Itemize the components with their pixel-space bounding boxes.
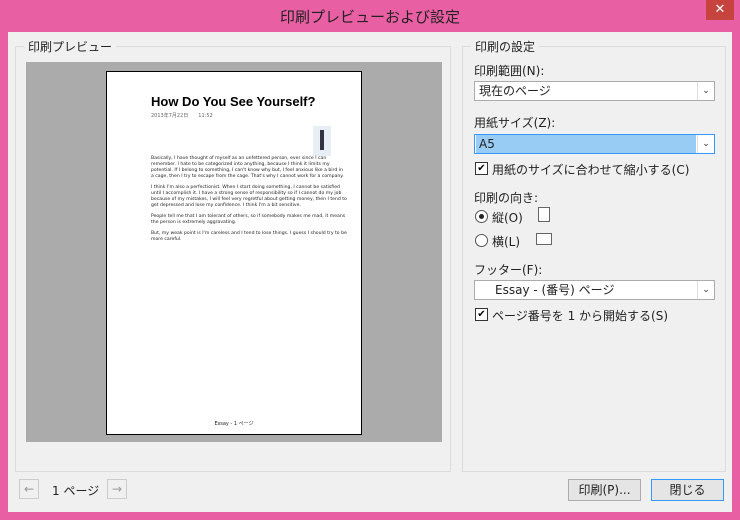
chevron-down-icon: ⌄ bbox=[697, 135, 714, 153]
landscape-radio[interactable] bbox=[475, 234, 488, 247]
document-paragraph: Basically, I have thought of myself as a… bbox=[151, 156, 344, 179]
paper-size-value: A5 bbox=[476, 135, 696, 153]
close-button[interactable]: 閉じる bbox=[651, 479, 724, 501]
paper-size-label: 用紙サイズ(Z): bbox=[474, 116, 556, 130]
print-range-label: 印刷範囲(N): bbox=[474, 64, 545, 78]
paper-size-select[interactable]: A5 ⌄ bbox=[474, 134, 715, 154]
start-page-one-checkbox[interactable]: ✔ bbox=[475, 308, 488, 321]
document-paragraph: People tell me that I am tolerant of oth… bbox=[151, 214, 346, 225]
close-window-button[interactable]: ✕ bbox=[706, 0, 734, 20]
document-body: Basically, I have thought of myself as a… bbox=[151, 156, 347, 248]
chevron-down-icon: ⌄ bbox=[697, 82, 714, 100]
footer-value: Essay - (番号) ページ bbox=[495, 283, 615, 297]
shrink-to-fit-label: 用紙のサイズに合わせて縮小する(C) bbox=[492, 163, 690, 177]
portrait-radio[interactable] bbox=[475, 210, 488, 223]
dialog-window: 印刷プレビューおよび設定 ✕ 印刷プレビュー How Do You See Yo… bbox=[0, 0, 740, 520]
chevron-down-icon: ⌄ bbox=[697, 281, 714, 299]
landscape-label: 横(L) bbox=[492, 235, 521, 249]
preview-page: How Do You See Yourself? 2013年7月22日 11:5… bbox=[106, 71, 362, 435]
print-button[interactable]: 印刷(P)... bbox=[568, 479, 641, 501]
preview-area: How Do You See Yourself? 2013年7月22日 11:5… bbox=[26, 62, 442, 442]
footer-select[interactable]: Essay - (番号) ページ ⌄ bbox=[474, 280, 715, 300]
settings-group-title: 印刷の設定 bbox=[471, 38, 540, 55]
preview-group: 印刷プレビュー How Do You See Yourself? 2013年7月… bbox=[15, 38, 451, 472]
start-page-one-label: ページ番号を 1 から開始する(S) bbox=[492, 309, 669, 323]
document-date: 2013年7月22日 11:52 bbox=[151, 113, 213, 119]
print-range-select[interactable]: 現在のページ ⌄ bbox=[474, 81, 715, 101]
landscape-page-icon bbox=[536, 233, 552, 245]
footer-label: フッター(F): bbox=[474, 263, 543, 277]
portrait-page-icon bbox=[538, 207, 550, 222]
document-footer: Essay - 1 ページ bbox=[214, 421, 254, 427]
window-title: 印刷プレビューおよび設定 bbox=[279, 8, 460, 26]
settings-group: 印刷の設定 印刷範囲(N): 現在のページ ⌄ 用紙サイズ(Z): A5 ⌄ ✔… bbox=[462, 38, 726, 472]
document-paragraph: But, my weak point is I'm careless and I… bbox=[151, 231, 347, 242]
dialog-client-area: 印刷プレビュー How Do You See Yourself? 2013年7月… bbox=[8, 32, 732, 512]
portrait-label: 縦(O) bbox=[492, 211, 523, 225]
document-image bbox=[313, 126, 331, 156]
orientation-label: 印刷の向き: bbox=[474, 191, 539, 205]
preview-group-title: 印刷プレビュー bbox=[24, 38, 117, 55]
previous-page-button[interactable]: ← bbox=[19, 479, 39, 499]
document-title: How Do You See Yourself? bbox=[151, 94, 316, 109]
print-range-value: 現在のページ bbox=[479, 84, 551, 98]
page-indicator: 1 ページ bbox=[52, 484, 100, 498]
title-bar: 印刷プレビューおよび設定 ✕ bbox=[0, 0, 740, 32]
shrink-to-fit-checkbox[interactable]: ✔ bbox=[475, 162, 488, 175]
document-paragraph: I think I'm also a perfectionist. When I… bbox=[151, 185, 347, 208]
next-page-button[interactable]: → bbox=[107, 479, 127, 499]
